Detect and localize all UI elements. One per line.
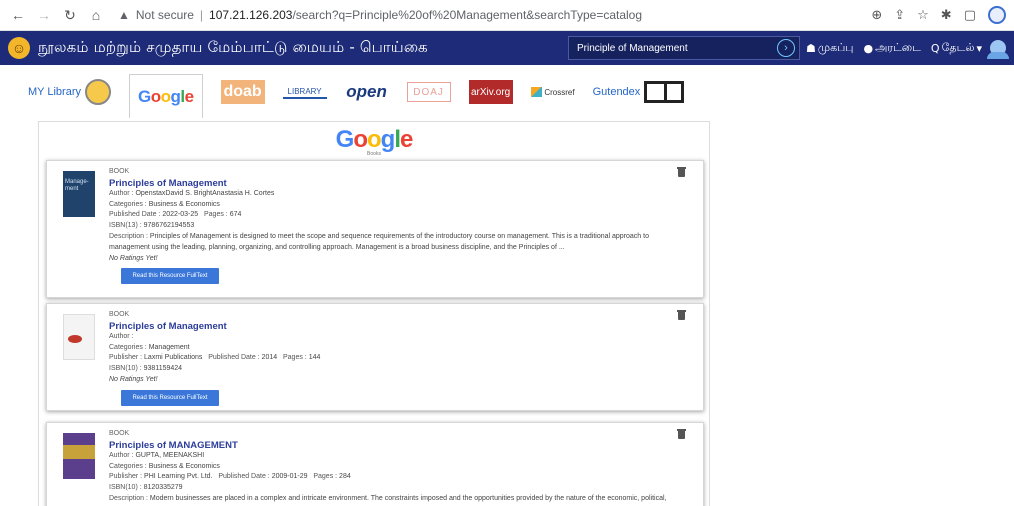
browser-toolbar: ← → ↻ ⌂ ▲ Not secure | 107.21.126.203 /s…: [0, 0, 1014, 31]
home-icon[interactable]: ⌂: [86, 7, 106, 23]
result-body: BOOK Principles of Management Author : C…: [109, 310, 673, 406]
result-card: Manage-ment BOOK Principles of Managemen…: [46, 160, 704, 298]
home-icon: ☗: [805, 41, 816, 55]
trash-icon[interactable]: [677, 310, 686, 320]
app-title: நூலகம் மற்றும் சமுதாய மேம்பாட்டு மையம் -…: [38, 38, 428, 56]
doaj-logo: DOAJ: [406, 82, 451, 102]
categories-line: Categories : Business & Economics: [109, 462, 220, 470]
tab-my-library[interactable]: MY Library: [28, 74, 111, 110]
author-line: Author : OpenstaxDavid S. BrightAnastasi…: [109, 189, 275, 197]
search-go-icon[interactable]: ›: [776, 39, 795, 57]
item-title[interactable]: Principles of MANAGEMENT: [109, 440, 673, 451]
description-line: Description : Modern businesses are plac…: [109, 494, 667, 506]
back-arrow-icon[interactable]: ←: [8, 7, 28, 23]
menu-search[interactable]: Q தேடல் ▾: [931, 41, 982, 56]
google-logo: Google: [137, 86, 194, 106]
open-logo: open: [346, 82, 387, 101]
url-host: 107.21.126.203: [209, 8, 293, 22]
crossref-mark-icon: [530, 87, 543, 97]
book-cover[interactable]: Manage-ment: [63, 171, 95, 217]
url-separator: |: [199, 8, 204, 22]
tab-google[interactable]: Google: [128, 74, 203, 118]
google-books-logo: Google: [335, 126, 414, 153]
isbn-line: ISBN(13) : 9786762194553: [109, 222, 195, 230]
not-secure-label: Not secure: [135, 8, 194, 22]
tab-open[interactable]: open: [345, 74, 389, 110]
description-line: Description : Principles of Management i…: [109, 232, 649, 251]
google-books-sub: Books: [367, 151, 381, 157]
browser-actions: ⊕ ⇪ ☆ ✱ ▢: [871, 6, 1006, 24]
rating-text: No Ratings Yet!: [109, 375, 158, 383]
forward-arrow-icon[interactable]: →: [34, 7, 54, 23]
menu-home[interactable]: ☗ முகப்பு: [806, 41, 854, 56]
result-card: BOOK Principles of MANAGEMENT Author : G…: [46, 422, 704, 506]
book-cover[interactable]: [63, 433, 95, 479]
tab-gutendex[interactable]: Gutendex: [593, 74, 685, 110]
isbn-line: ISBN(10) : 8120335279: [109, 484, 183, 492]
user-avatar-icon[interactable]: [987, 40, 1009, 59]
read-fulltext-button[interactable]: Read this Resource FullText: [121, 389, 219, 406]
star-icon[interactable]: ☆: [917, 7, 929, 23]
published-line: Published Date : 2022-03-25 Pages : 674: [109, 211, 242, 219]
item-type: BOOK: [109, 311, 130, 318]
source-tabs: MY Library Google doab LIBRARY open DOAJ…: [0, 65, 1014, 119]
cover-lips-icon: [68, 335, 82, 343]
library-logo: LIBRARY: [282, 85, 327, 99]
google-books-brand: Google Books: [39, 122, 709, 160]
book-cover[interactable]: [63, 314, 95, 360]
logo-icon: ☺: [8, 37, 30, 59]
item-title[interactable]: Principles of Management: [109, 321, 673, 332]
search-icon: Q: [930, 41, 940, 55]
my-library-logo-icon: [84, 79, 111, 105]
extensions-icon[interactable]: ✱: [941, 7, 952, 23]
cover-band: [63, 445, 95, 459]
header-search-box[interactable]: Principle of Management ›: [567, 36, 800, 60]
tab-doab[interactable]: doab: [220, 74, 265, 110]
menu-chat[interactable]: ● அரட்டை: [863, 41, 920, 56]
app-header: ☺ நூலகம் மற்றும் சமுதாய மேம்பாட்டு மையம்…: [0, 31, 1014, 65]
trash-icon[interactable]: [677, 429, 686, 439]
zoom-icon[interactable]: ⊕: [871, 7, 882, 23]
result-card: BOOK Principles of Management Author : C…: [46, 303, 704, 411]
arxiv-logo: arXiv.org: [468, 80, 513, 104]
results-panel: Google Books Manage-ment BOOK Principles…: [38, 121, 710, 506]
warning-icon: ▲: [118, 8, 130, 22]
rating-text: No Ratings Yet!: [109, 254, 158, 262]
sidepanel-icon[interactable]: ▢: [964, 7, 976, 23]
categories-line: Categories : Management: [109, 343, 190, 351]
result-body: BOOK Principles of MANAGEMENT Author : G…: [109, 429, 673, 506]
address-bar[interactable]: ▲ Not secure | 107.21.126.203 /search?q=…: [112, 3, 871, 27]
profile-icon[interactable]: [988, 6, 1006, 24]
url-path: /search?q=Principle%20of%20Management&se…: [292, 8, 643, 22]
search-input[interactable]: Principle of Management: [569, 43, 771, 54]
item-title[interactable]: Principles of Management: [109, 178, 673, 189]
isbn-line: ISBN(10) : 9381159424: [109, 365, 183, 373]
publisher-line: Publisher : PHI Learning Pvt. Ltd. Publi…: [109, 473, 351, 481]
read-fulltext-button[interactable]: Read this Resource FullText: [121, 268, 219, 285]
chat-icon: ●: [863, 41, 874, 55]
crossref-logo: Crossref: [530, 82, 575, 102]
categories-line: Categories : Business & Economics: [109, 200, 220, 208]
tab-crossref[interactable]: Crossref: [530, 74, 575, 110]
open-book-icon: [644, 81, 685, 103]
tab-arxiv[interactable]: arXiv.org: [468, 74, 513, 110]
header-menu: ☗ முகப்பு ● அரட்டை Q தேடல் ▾: [806, 41, 982, 56]
tab-doaj[interactable]: DOAJ: [406, 74, 451, 110]
author-line: Author : GUPTA, MEENAKSHI: [109, 451, 205, 459]
tab-library[interactable]: LIBRARY: [282, 74, 327, 110]
item-type: BOOK: [109, 168, 130, 175]
publisher-line: Publisher : Laxmi Publications Published…: [109, 354, 321, 362]
result-body: BOOK Principles of Management Author : O…: [109, 167, 673, 285]
trash-icon[interactable]: [677, 167, 686, 177]
share-icon[interactable]: ⇪: [894, 7, 905, 23]
doab-logo: doab: [220, 80, 265, 104]
author-line: Author :: [109, 332, 134, 340]
caret-down-icon: ▾: [976, 41, 982, 55]
item-type: BOOK: [109, 430, 130, 437]
reload-icon[interactable]: ↻: [60, 7, 80, 24]
